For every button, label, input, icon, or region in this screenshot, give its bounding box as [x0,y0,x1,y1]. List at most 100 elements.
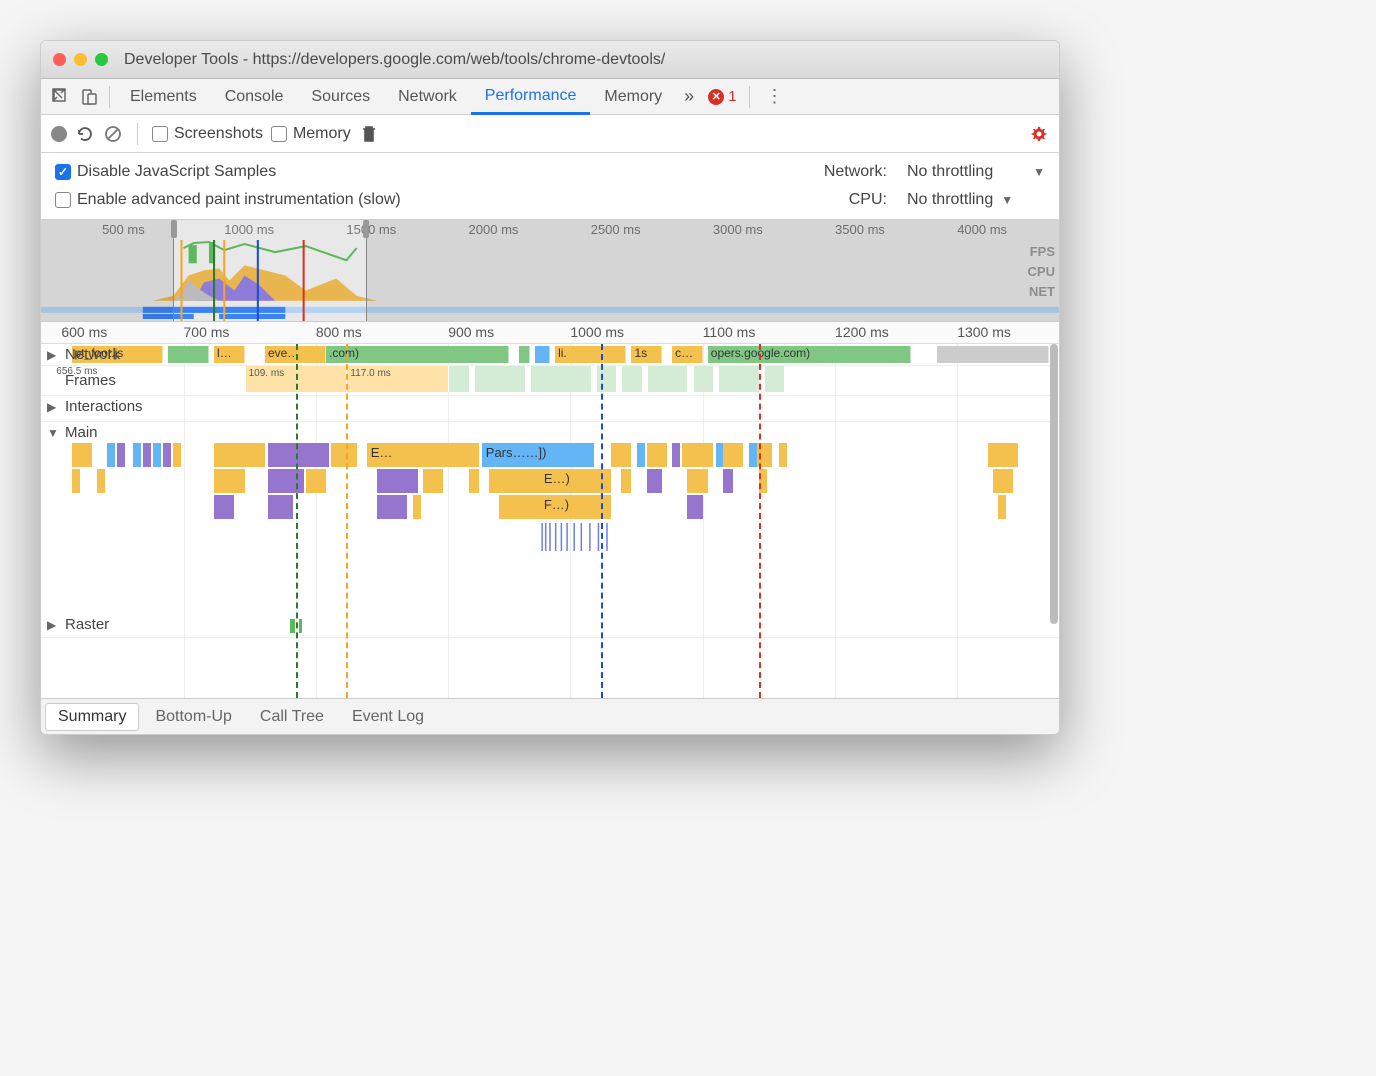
task[interactable] [723,443,743,467]
tab-sources[interactable]: Sources [297,79,384,115]
task[interactable] [672,443,680,467]
memory-checkbox[interactable]: Memory [271,125,351,143]
task[interactable] [779,443,787,467]
flame-chart[interactable]: 600 ms 700 ms 800 ms 900 ms 1000 ms 1100… [41,322,1059,698]
trash-icon[interactable] [359,124,379,144]
collapse-icon[interactable]: ▼ [47,426,61,440]
inspect-icon[interactable] [47,83,75,111]
task[interactable] [637,443,645,467]
task[interactable] [377,495,408,519]
timeline-overview[interactable]: 500 ms 1000 ms 1500 ms 2000 ms 2500 ms 3… [41,220,1059,322]
cpu-throttle-select[interactable]: No throttling ▼ [907,191,1013,209]
task[interactable] [687,469,707,493]
task[interactable] [469,469,479,493]
task[interactable] [647,443,667,467]
overview-selection[interactable] [173,220,366,321]
frame[interactable] [764,366,784,392]
task[interactable] [611,443,631,467]
marker-line [759,344,761,698]
paint-instrumentation-checkbox[interactable]: Enable advanced paint instrumentation (s… [55,191,804,209]
task[interactable] [72,443,92,467]
task[interactable] [214,495,234,519]
task[interactable] [214,469,245,493]
task[interactable] [153,443,161,467]
task[interactable] [268,443,329,467]
task[interactable] [998,495,1006,519]
task[interactable] [423,469,443,493]
task[interactable] [97,469,105,493]
expand-icon[interactable]: ▶ [47,348,61,362]
scrollbar-vertical[interactable] [1050,344,1058,624]
task[interactable] [214,443,265,467]
frame[interactable] [718,366,759,392]
selection-handle-right[interactable] [363,220,369,238]
checkbox-icon [152,126,168,142]
clear-icon[interactable] [103,124,123,144]
maximize-icon[interactable] [95,53,108,66]
task[interactable]: E… [367,443,479,467]
task[interactable] [687,495,702,519]
marker-line [346,344,348,698]
task[interactable] [988,443,1019,467]
frame[interactable] [530,366,591,392]
error-count-badge[interactable]: ✕ 1 [708,88,736,105]
tab-console[interactable]: Console [211,79,298,115]
paint-instrumentation-label: Enable advanced paint instrumentation (s… [77,191,401,209]
task[interactable] [682,443,713,467]
raster-task[interactable] [299,619,302,633]
record-button[interactable] [51,126,67,142]
task[interactable] [647,469,662,493]
network-throttle-select[interactable]: No throttling [907,163,1013,181]
track-label: Raster [65,616,109,633]
frame[interactable] [474,366,525,392]
tab-bottom-up[interactable]: Bottom-Up [143,704,243,730]
expand-icon[interactable]: ▶ [47,400,61,414]
task[interactable] [268,469,304,493]
task[interactable] [173,443,181,467]
device-toggle-icon[interactable] [75,83,103,111]
task[interactable] [143,443,151,467]
task[interactable] [306,469,326,493]
frame[interactable] [346,366,448,392]
tab-network[interactable]: Network [384,79,471,115]
tabs-overflow-icon[interactable]: » [676,86,702,107]
expand-icon[interactable]: ▶ [47,618,61,632]
frame[interactable] [693,366,713,392]
frame[interactable] [647,366,688,392]
frame[interactable] [596,366,616,392]
task[interactable]: Pars……]) [482,443,594,467]
minimize-icon[interactable] [74,53,87,66]
task[interactable] [268,495,293,519]
task[interactable] [993,469,1013,493]
chevron-down-icon[interactable]: ▼ [1033,165,1045,179]
memory-label: Memory [293,125,351,143]
more-menu-icon[interactable]: ⋮ [756,86,794,107]
tick-label: 1300 ms [957,324,1011,340]
task[interactable] [749,443,757,467]
reload-icon[interactable] [75,124,95,144]
task[interactable] [133,443,141,467]
tab-memory[interactable]: Memory [590,79,676,115]
settings-gear-icon[interactable] [1029,124,1049,144]
task[interactable] [723,469,733,493]
frame[interactable] [621,366,641,392]
tab-event-log[interactable]: Event Log [340,704,436,730]
task[interactable] [331,443,356,467]
task[interactable] [621,469,631,493]
close-icon[interactable] [53,53,66,66]
task[interactable] [163,443,171,467]
task[interactable] [377,469,418,493]
tab-summary[interactable]: Summary [45,703,139,731]
tab-elements[interactable]: Elements [116,79,211,115]
marker-line [601,344,603,698]
tab-call-tree[interactable]: Call Tree [248,704,336,730]
task[interactable] [413,495,421,519]
tab-performance[interactable]: Performance [471,79,591,115]
task[interactable] [72,469,80,493]
frame[interactable] [448,366,468,392]
task[interactable] [107,443,115,467]
task[interactable] [117,443,125,467]
selection-handle-left[interactable] [171,220,177,238]
screenshots-checkbox[interactable]: Screenshots [152,125,263,143]
disable-js-checkbox[interactable]: Disable JavaScript Samples [55,163,804,181]
